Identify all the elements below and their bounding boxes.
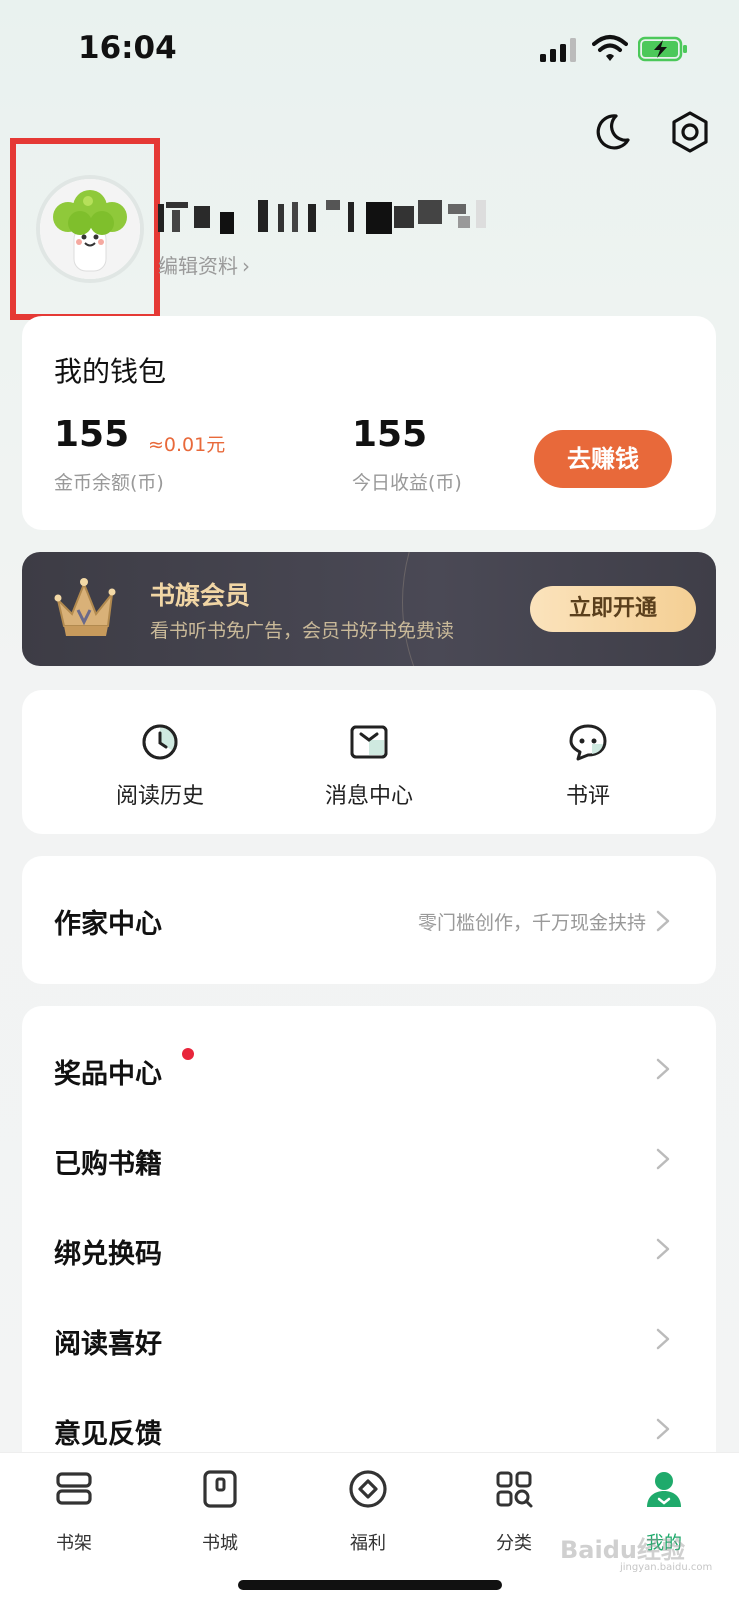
shortcut-message-center[interactable]: 消息中心 xyxy=(269,690,469,834)
edit-profile-link[interactable]: 编辑资料 › xyxy=(158,250,250,279)
menu-item-label: 绑兑换码 xyxy=(54,1239,162,1270)
shortcut-label: 消息中心 xyxy=(324,784,413,809)
chevron-right-icon xyxy=(656,1418,670,1440)
tab-bookstore[interactable]: 书城 xyxy=(146,1453,294,1563)
clock-icon xyxy=(142,724,178,760)
shortcuts-card: 阅读历史 消息中心 书评 xyxy=(22,690,716,834)
profile-icon xyxy=(647,1472,681,1507)
edit-profile-label: 编辑资料 xyxy=(158,254,238,278)
crown-icon xyxy=(54,578,116,636)
night-mode-icon[interactable] xyxy=(590,110,634,154)
tab-label: 书架 xyxy=(56,1533,92,1554)
chevron-right-icon xyxy=(656,1058,670,1080)
menu-item-label: 奖品中心 xyxy=(54,1059,162,1090)
chevron-right-icon xyxy=(656,1148,670,1170)
menu-item-label: 已购书籍 xyxy=(54,1149,162,1180)
menu-item-reading-preferences[interactable]: 阅读喜好 xyxy=(22,1294,716,1384)
bookstore-icon xyxy=(203,1470,237,1508)
welfare-icon xyxy=(349,1470,387,1508)
vip-description: 看书听书免广告，会员书好书免费读 xyxy=(150,620,455,642)
writer-center-title: 作家中心 xyxy=(54,909,162,940)
earn-money-button[interactable]: 去赚钱 xyxy=(534,430,672,488)
vip-title: 书旗会员 xyxy=(150,581,251,610)
bottom-tab-bar: 书架 书城 福利 分类 我的 xyxy=(0,1452,739,1600)
tab-bookshelf[interactable]: 书架 xyxy=(0,1453,148,1563)
username-redacted xyxy=(158,200,486,234)
chevron-right-icon xyxy=(656,1328,670,1350)
chevron-right-icon xyxy=(656,1238,670,1260)
coin-approx-value: ≈0.01元 xyxy=(148,434,226,456)
wallet-title: 我的钱包 xyxy=(54,355,167,388)
chevron-right-icon: › xyxy=(242,254,250,278)
tab-welfare[interactable]: 福利 xyxy=(294,1453,442,1563)
message-box-icon xyxy=(350,725,388,759)
bookshelf-icon xyxy=(56,1472,92,1505)
wallet-card: 我的钱包 155 ≈0.01元 金币余额(币) 155 今日收益(币) 去赚钱 xyxy=(22,316,716,530)
status-time: 16:04 xyxy=(78,30,177,66)
shortcut-book-review[interactable]: 书评 xyxy=(488,690,688,834)
menu-item-label: 阅读喜好 xyxy=(54,1329,162,1360)
menu-item-prize-center[interactable]: 奖品中心 xyxy=(22,1024,716,1114)
menu-list: 奖品中心 已购书籍 绑兑换码 阅读喜好 意见反馈 xyxy=(22,1006,716,1476)
coin-balance-value: 155 xyxy=(54,414,130,455)
shortcut-reading-history[interactable]: 阅读历史 xyxy=(60,690,260,834)
writer-center-subtitle: 零门槛创作，千万现金扶持 xyxy=(417,912,646,934)
tab-label: 书城 xyxy=(202,1533,238,1554)
shortcut-label: 书评 xyxy=(565,784,610,809)
signal-icon xyxy=(540,38,576,62)
today-earnings-value: 155 xyxy=(352,414,428,455)
chevron-right-icon xyxy=(656,910,670,932)
category-icon xyxy=(496,1471,533,1508)
today-earnings-label: 今日收益(币) xyxy=(352,472,462,494)
vip-banner[interactable]: 书旗会员 看书听书免广告，会员书好书免费读 立即开通 xyxy=(22,552,716,666)
status-bar: 16:04 xyxy=(0,0,739,96)
avatar-highlight-box xyxy=(10,138,160,320)
notification-dot xyxy=(182,1048,194,1060)
watermark-text: Baidu经验 xyxy=(560,1536,685,1564)
battery-charging-icon xyxy=(638,36,687,62)
menu-item-label: 意见反馈 xyxy=(54,1419,162,1450)
menu-item-redeem-code[interactable]: 绑兑换码 xyxy=(22,1204,716,1294)
settings-icon[interactable] xyxy=(668,110,712,154)
avatar[interactable] xyxy=(36,175,144,283)
coin-balance-label: 金币余额(币) xyxy=(54,472,164,494)
shortcut-label: 阅读历史 xyxy=(115,784,204,809)
comment-bubble-icon xyxy=(569,724,607,761)
tab-label: 福利 xyxy=(350,1533,386,1554)
writer-center-card[interactable]: 作家中心 零门槛创作，千万现金扶持 xyxy=(22,856,716,984)
menu-item-purchased-books[interactable]: 已购书籍 xyxy=(22,1114,716,1204)
vip-open-button[interactable]: 立即开通 xyxy=(530,586,696,632)
wifi-icon xyxy=(592,35,628,61)
avatar-image xyxy=(40,179,140,279)
watermark-subtext: jingyan.baidu.com xyxy=(620,1562,713,1573)
home-indicator[interactable] xyxy=(238,1580,502,1590)
